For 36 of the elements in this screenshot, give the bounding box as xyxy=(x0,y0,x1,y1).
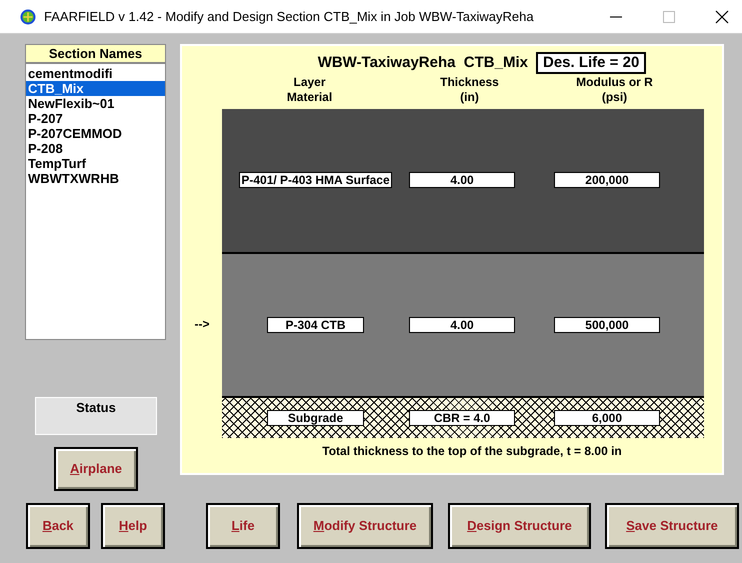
section-list-item[interactable]: P-207 xyxy=(26,111,165,126)
app-icon xyxy=(20,8,36,24)
save-structure-button[interactable]: Save Structure xyxy=(605,503,739,549)
close-icon[interactable] xyxy=(715,10,729,24)
list-header: Section Names xyxy=(26,45,165,64)
structure-title: WBW-TaxiwayReha CTB_Mix xyxy=(318,53,528,73)
column-header: Modulus or R (psi) xyxy=(575,74,654,106)
life-button[interactable]: Life xyxy=(206,503,280,549)
section-list-item[interactable]: WBWTXWRHB xyxy=(26,171,165,186)
modify-structure-button[interactable]: Modify Structure xyxy=(297,503,433,549)
section-list-item[interactable]: TempTurf xyxy=(26,156,165,171)
material-field[interactable]: P-304 CTB xyxy=(267,316,364,332)
section-list-item[interactable]: CTB_Mix xyxy=(26,81,165,96)
status-panel: Status xyxy=(35,397,157,435)
airplane-button[interactable]: Airplane xyxy=(54,447,138,491)
total-thickness-text: Total thickness to the top of the subgrade, t = 8.00 in xyxy=(321,442,623,460)
thickness-field[interactable]: CBR = 4.0 xyxy=(409,410,515,426)
modulus-field[interactable]: 500,000 xyxy=(554,316,660,332)
thickness-field[interactable]: 4.00 xyxy=(409,316,515,332)
design-life-field: Des. Life = 20 xyxy=(536,52,646,74)
current-layer-arrow: --> xyxy=(194,316,210,332)
section-list-item[interactable]: P-207CEMMOD xyxy=(26,126,165,141)
material-field[interactable]: Subgrade xyxy=(267,410,364,426)
modulus-field[interactable]: 6,000 xyxy=(554,410,660,426)
help-button[interactable]: Help xyxy=(101,503,165,549)
section-list-item[interactable]: NewFlexib~01 xyxy=(26,96,165,111)
section-list-item[interactable]: cementmodifi xyxy=(26,66,165,81)
back-button[interactable]: Back xyxy=(26,503,90,549)
section-list-item[interactable]: P-208 xyxy=(26,141,165,156)
column-header: Thickness (in) xyxy=(439,74,500,106)
design-structure-button[interactable]: Design Structure xyxy=(448,503,591,549)
thickness-field[interactable]: 4.00 xyxy=(409,172,515,188)
column-header: Layer Material xyxy=(286,74,334,106)
material-field[interactable]: P-401/ P-403 HMA Surface xyxy=(239,172,392,188)
modulus-field[interactable]: 200,000 xyxy=(554,172,660,188)
window-title: FAARFIELD v 1.42 - Modify and Design Section CTB_Mix in Job WBW-TaxiwayReha xyxy=(44,8,534,26)
